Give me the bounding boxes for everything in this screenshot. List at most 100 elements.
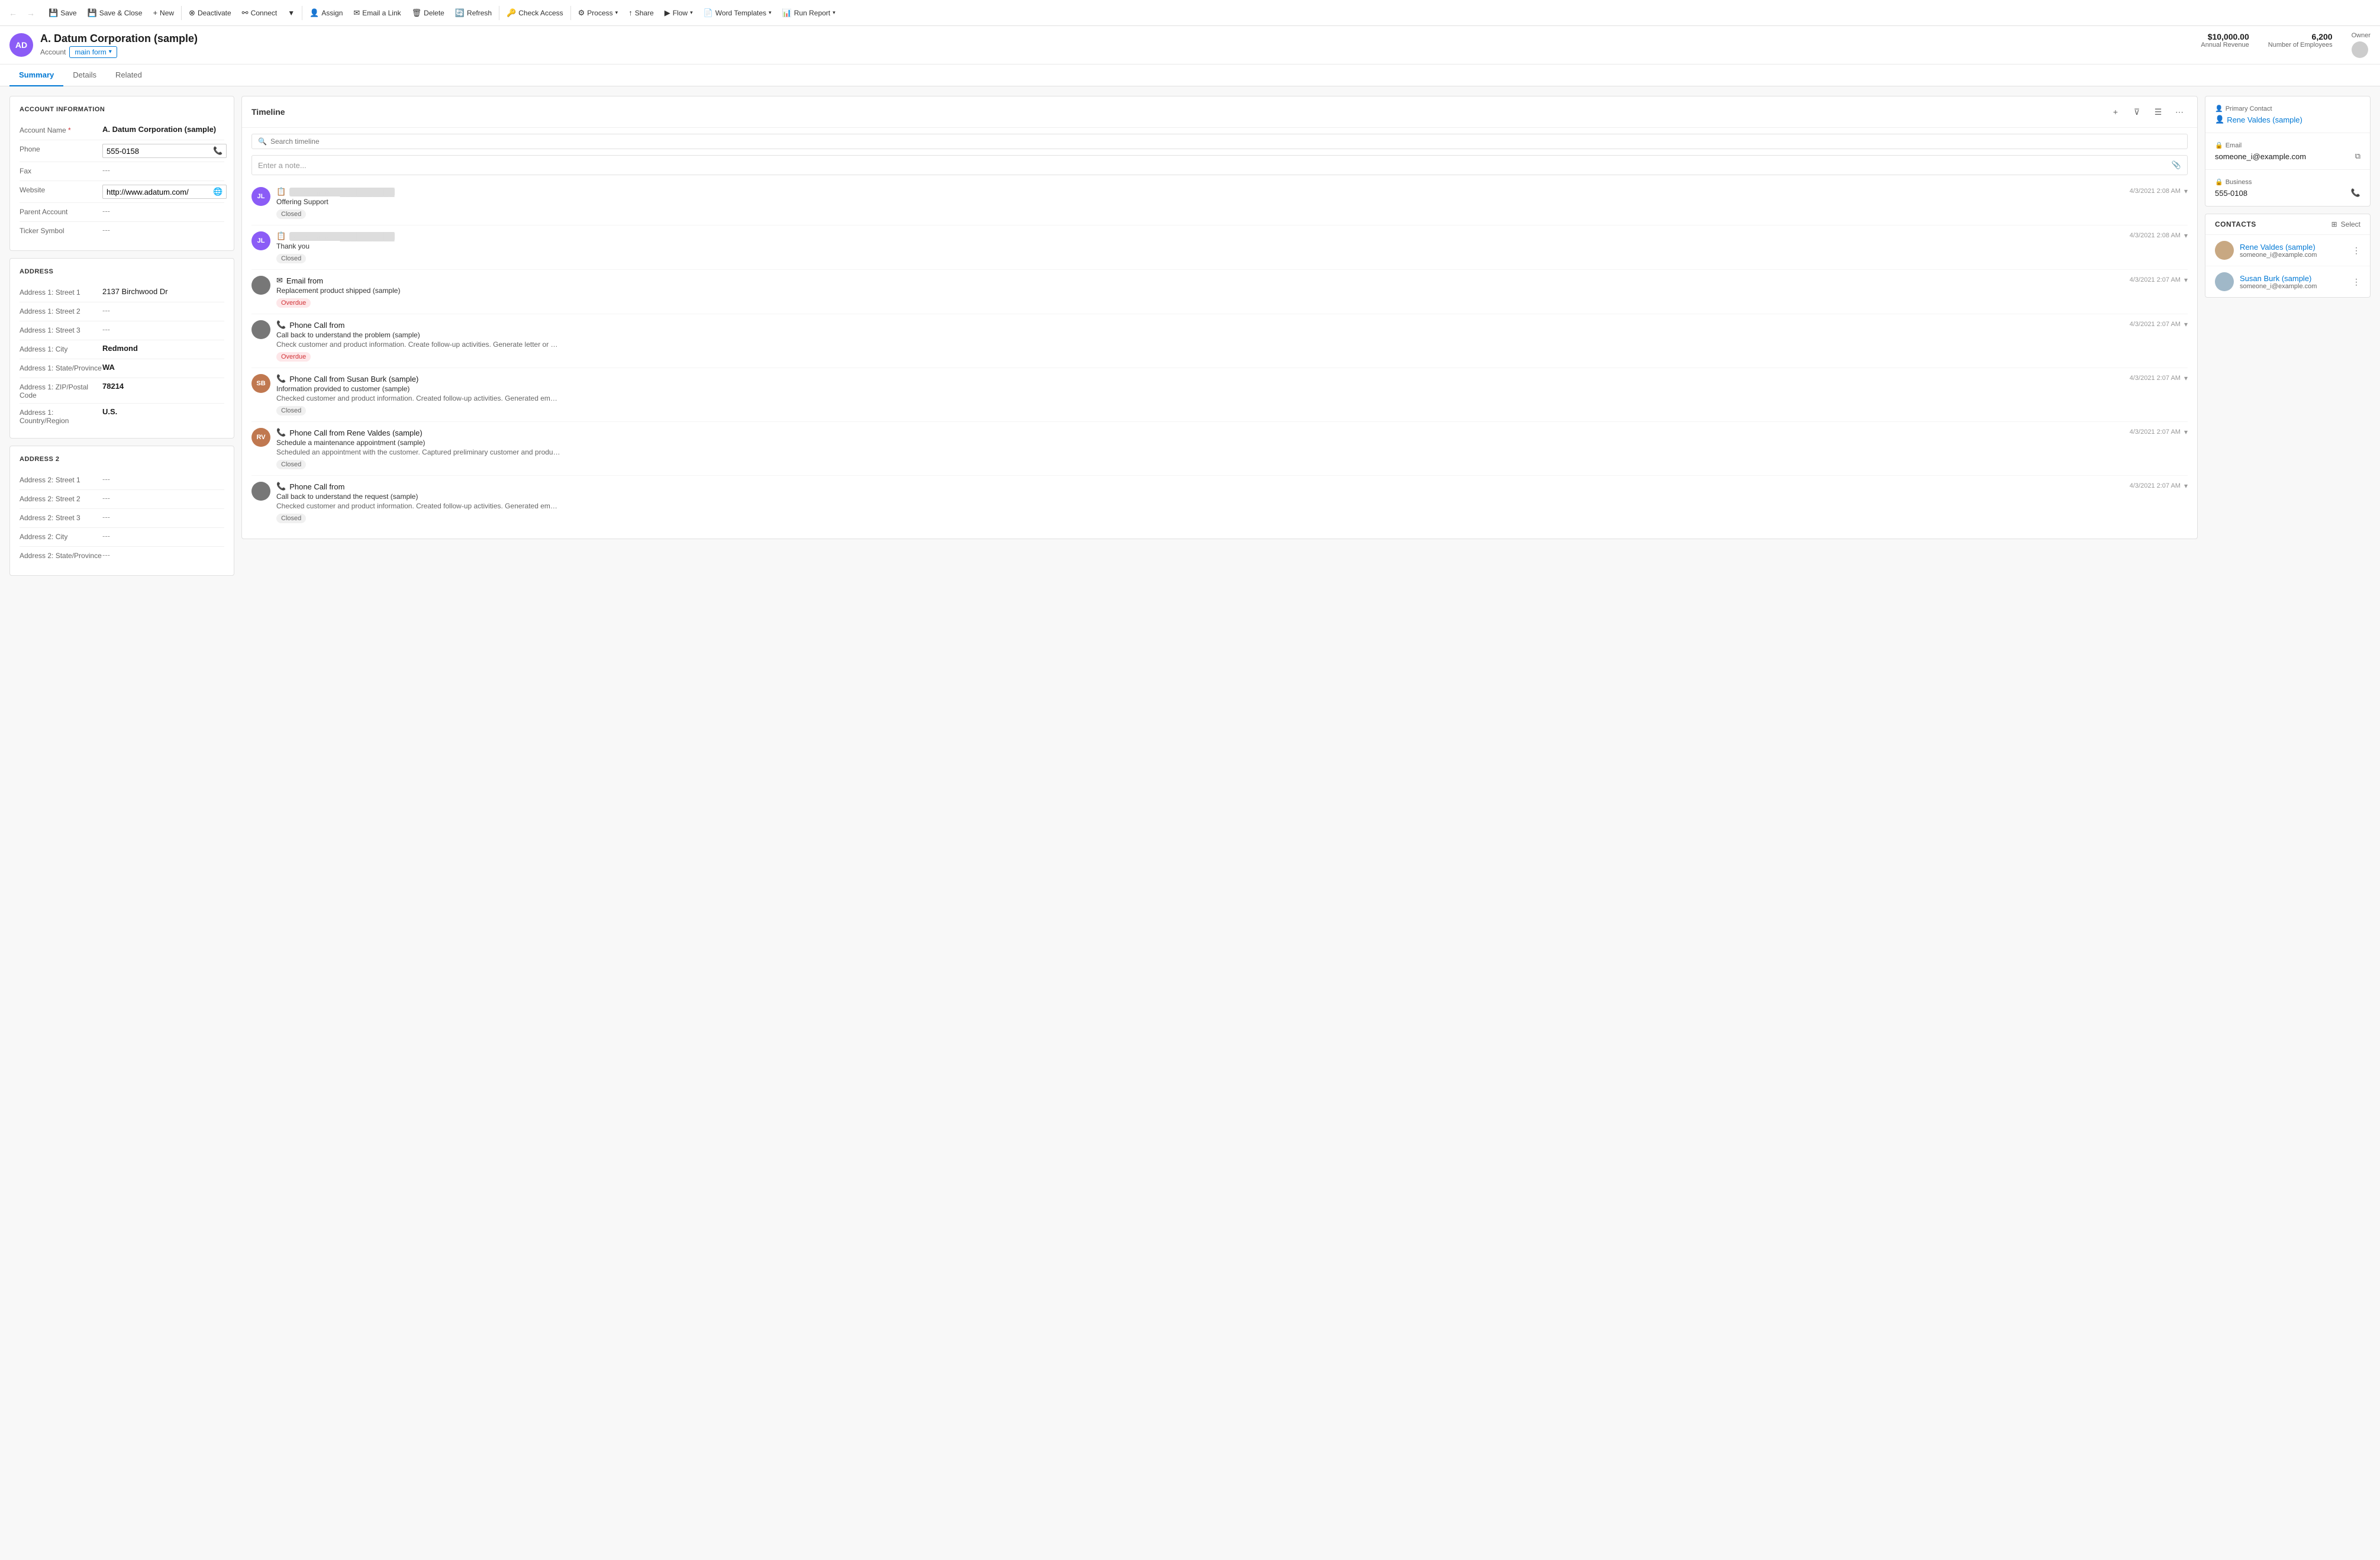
right-column: 👤 Primary Contact 👤 Rene Valdes (sample)… — [2205, 96, 2371, 1551]
tab-summary[interactable]: Summary — [9, 65, 63, 86]
toolbar-dropdown-arrow-1[interactable]: ▼ — [283, 7, 299, 20]
run-report-button[interactable]: 📊 Run Report ▾ — [778, 6, 840, 20]
item-header-4: 📞 Phone Call from 4/3/2021 2:07 AM ▾ — [276, 320, 2188, 330]
item-header-3: ✉ Email from 4/3/2021 2:07 AM ▾ — [276, 276, 2188, 285]
flow-icon: ▶ — [665, 8, 670, 18]
contacts-actions: ⊞ Select — [2331, 220, 2360, 228]
field-label-street1: Address 1: Street 1 — [20, 287, 102, 296]
contacts-select-button[interactable]: Select — [2341, 220, 2360, 228]
website-icon[interactable]: 🌐 — [213, 187, 222, 196]
field-label-zip: Address 1: ZIP/Postal Code — [20, 382, 102, 399]
item-body-5: 📞 Phone Call from Susan Burk (sample) 4/… — [276, 374, 2188, 415]
tab-details[interactable]: Details — [63, 65, 106, 86]
item-expand-4[interactable]: ▾ — [2184, 320, 2188, 328]
badge-7: Closed — [276, 514, 306, 523]
item-subtitle-3: Replacement product shipped (sample) — [276, 286, 2188, 295]
timeline-add-button[interactable]: + — [2107, 104, 2124, 120]
item-body-7: 📞 Phone Call from 4/3/2021 2:07 AM ▾ Cal… — [276, 482, 2188, 523]
record-title: A. Datum Corporation (sample) — [40, 33, 2201, 45]
note-input[interactable]: Enter a note... 📎 — [251, 155, 2188, 175]
contact-avatar-2 — [2215, 272, 2234, 291]
item-meta-4: Overdue — [276, 352, 2188, 362]
word-templates-button[interactable]: 📄 Word Templates ▾ — [699, 6, 776, 20]
deactivate-icon: ⊗ — [189, 8, 195, 18]
new-button[interactable]: + New — [148, 6, 179, 20]
connect-button[interactable]: ⚯ Connect — [237, 6, 282, 20]
form-selector[interactable]: main form ▾ — [69, 46, 117, 58]
nav-arrows: ← → — [5, 5, 39, 21]
field-street3: Address 1: Street 3 --- — [20, 321, 224, 340]
field-input-website[interactable]: 🌐 — [102, 185, 227, 199]
toolbar-divider-4 — [570, 6, 571, 20]
flow-dropdown-icon: ▾ — [690, 9, 693, 16]
email-copy-icon[interactable]: ⧉ — [2355, 152, 2360, 161]
share-button[interactable]: ↑ Share — [624, 6, 659, 20]
left-column: ACCOUNT INFORMATION Account Name A. Datu… — [9, 96, 234, 1551]
field-label-addr2-street2: Address 2: Street 2 — [20, 494, 102, 503]
item-expand-3[interactable]: ▾ — [2184, 276, 2188, 284]
timeline-list-button[interactable]: ☰ — [2150, 104, 2166, 120]
website-input[interactable] — [107, 188, 211, 196]
contact-menu-2[interactable]: ⋮ — [2352, 277, 2360, 287]
contact-avatar-1 — [2215, 241, 2234, 260]
field-value-addr2-street1: --- — [102, 475, 224, 484]
contact-menu-1[interactable]: ⋮ — [2352, 246, 2360, 256]
primary-contact-name-link[interactable]: 👤 Rene Valdes (sample) — [2215, 115, 2360, 124]
item-expand-2[interactable]: ▾ — [2184, 231, 2188, 240]
item-date-6: 4/3/2021 2:07 AM — [2130, 428, 2181, 436]
item-subtitle-7: Call back to understand the request (sam… — [276, 492, 2188, 501]
check-access-button[interactable]: 🔑 Check Access — [502, 6, 568, 20]
phone-icon-5: 📞 — [276, 374, 286, 383]
field-zip: Address 1: ZIP/Postal Code 78214 — [20, 378, 224, 404]
contact-name-2[interactable]: Susan Burk (sample) — [2240, 274, 2346, 283]
item-body-4: 📞 Phone Call from 4/3/2021 2:07 AM ▾ Cal… — [276, 320, 2188, 362]
timeline-search[interactable]: 🔍 — [251, 134, 2188, 149]
process-icon: ⚙ — [578, 8, 585, 18]
item-expand-5[interactable]: ▾ — [2184, 374, 2188, 382]
record-title-area: A. Datum Corporation (sample) Account ma… — [40, 33, 2201, 58]
contacts-view-button[interactable]: ⊞ — [2331, 220, 2337, 228]
phone-icon[interactable]: 📞 — [213, 146, 222, 156]
process-button[interactable]: ⚙ Process ▾ — [573, 6, 623, 20]
save-close-icon: 💾 — [88, 8, 97, 18]
list-item: SB 📞 Phone Call from Susan Burk (sample)… — [251, 368, 2188, 422]
contact-name-1[interactable]: Rene Valdes (sample) — [2240, 243, 2346, 252]
business-call-icon[interactable]: 📞 — [2351, 188, 2360, 198]
primary-contact-label: 👤 Primary Contact — [2215, 105, 2360, 112]
item-expand-7[interactable]: ▾ — [2184, 482, 2188, 490]
field-value-addr2-city: --- — [102, 531, 224, 540]
assign-button[interactable]: 👤 Assign — [305, 6, 347, 20]
item-avatar-2: JL — [251, 231, 270, 250]
timeline-search-input[interactable] — [270, 137, 2181, 146]
tab-related[interactable]: Related — [106, 65, 151, 86]
item-body-1: 📋 Donation from ██████████ 4/3/2021 2:08… — [276, 187, 2188, 219]
field-label-street3: Address 1: Street 3 — [20, 325, 102, 334]
timeline-more-button[interactable]: ⋯ — [2171, 104, 2188, 120]
item-desc-6: Scheduled an appointment with the custom… — [276, 448, 560, 456]
field-input-phone[interactable]: 📞 — [102, 144, 227, 158]
item-title-2: 📋 Donation from ██████████ — [276, 231, 395, 241]
back-button[interactable]: ← — [5, 5, 21, 21]
forward-button[interactable]: → — [22, 5, 39, 21]
refresh-button[interactable]: 🔄 Refresh — [450, 6, 496, 20]
stat-employees: 6,200 Number of Employees — [2268, 32, 2333, 58]
save-button[interactable]: 💾 Save — [44, 6, 82, 20]
field-label-account-name: Account Name — [20, 125, 102, 134]
delete-icon: 🗑 — [412, 8, 422, 18]
badge-1: Closed — [276, 209, 306, 219]
field-label-website: Website — [20, 185, 102, 194]
item-expand-6[interactable]: ▾ — [2184, 428, 2188, 436]
item-subtitle-1: Offering Support — [276, 198, 2188, 206]
item-body-2: 📋 Donation from ██████████ 4/3/2021 2:08… — [276, 231, 2188, 263]
flow-button[interactable]: ▶ Flow ▾ — [660, 6, 698, 20]
save-close-button[interactable]: 💾 Save & Close — [83, 6, 147, 20]
phone-input[interactable] — [107, 147, 211, 156]
delete-button[interactable]: 🗑 Delete — [407, 6, 449, 20]
item-meta-3: Overdue — [276, 298, 2188, 308]
timeline-filter-button[interactable]: ⊽ — [2129, 104, 2145, 120]
contact-item-2: Susan Burk (sample) someone_i@example.co… — [2205, 266, 2370, 297]
email-link-button[interactable]: ✉ Email a Link — [349, 6, 405, 20]
field-addr2-street3: Address 2: Street 3 --- — [20, 509, 224, 528]
deactivate-button[interactable]: ⊗ Deactivate — [184, 6, 236, 20]
item-expand-1[interactable]: ▾ — [2184, 187, 2188, 195]
